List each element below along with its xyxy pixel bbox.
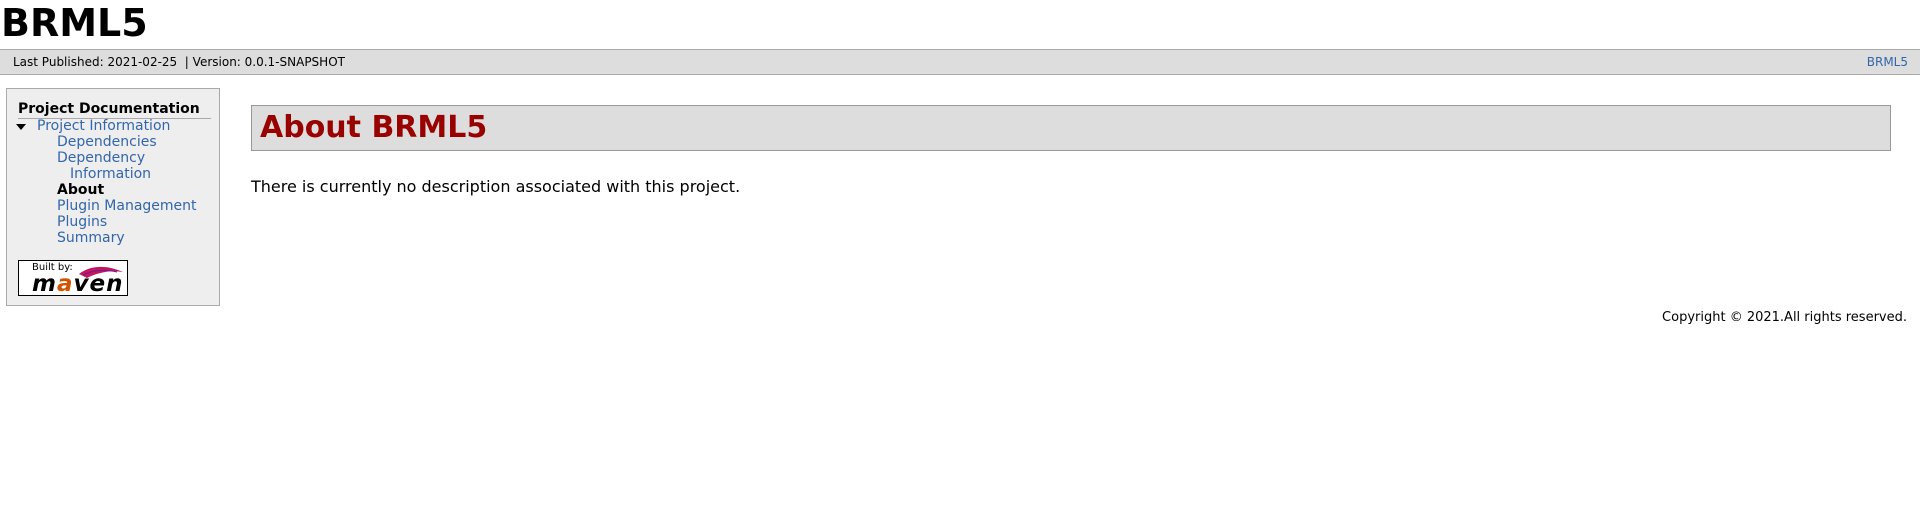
built-by-maven-badge[interactable]: Built by: maven	[18, 260, 128, 296]
nav-project-information[interactable]: Project Information	[37, 118, 170, 134]
nav-dependency-information-cont[interactable]: Information	[70, 166, 151, 182]
nav-heading: Project Documentation	[18, 101, 211, 119]
nav-plugin-management[interactable]: Plugin Management	[57, 198, 197, 214]
banner: BRML5	[0, 0, 1920, 49]
nav-summary[interactable]: Summary	[57, 230, 125, 246]
publish-info: Last Published: 2021-02-25 | Version: 0.…	[13, 55, 345, 69]
nav-dependency-information[interactable]: Dependency	[57, 150, 145, 166]
page-title: About BRML5	[251, 105, 1891, 151]
expanded-triangle-icon[interactable]	[16, 124, 26, 130]
breadcrumbs-bar: Last Published: 2021-02-25 | Version: 0.…	[0, 49, 1920, 75]
maven-logo: maven	[32, 271, 124, 297]
nav-dependencies[interactable]: Dependencies	[57, 134, 157, 150]
project-description: There is currently no description associ…	[251, 177, 741, 196]
main-content: About BRML5 There is currently no descri…	[251, 105, 1891, 213]
site-title: BRML5	[1, 1, 148, 45]
navigation-sidebar: Project Documentation Project Informatio…	[6, 88, 220, 306]
project-home-link[interactable]: BRML5	[1867, 50, 1908, 74]
footer-copyright: Copyright © 2021.All rights reserved.	[1662, 310, 1907, 325]
nav-about: About	[57, 182, 105, 198]
nav-plugins[interactable]: Plugins	[57, 214, 107, 230]
